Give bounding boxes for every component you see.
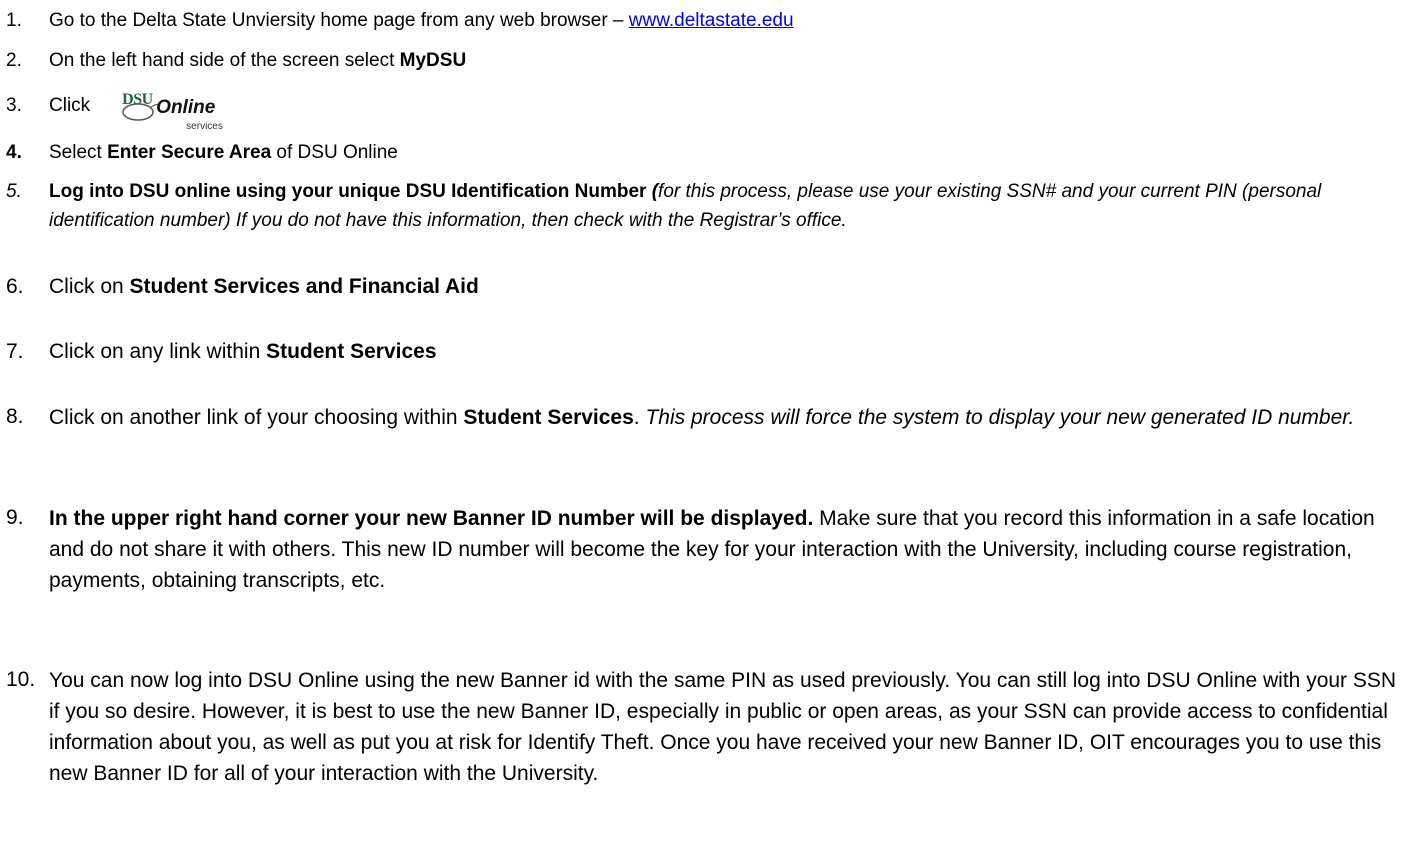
step-number: 9. (6, 506, 24, 529)
step-text: You can now log into DSU Online using th… (49, 669, 1397, 785)
step-number: 10. (6, 668, 36, 691)
step-number: 8. (6, 405, 24, 428)
step-number: 7. (6, 340, 24, 363)
step-number: 5. (6, 181, 22, 202)
step-text: Select Enter Secure Area of DSU Online (49, 142, 398, 163)
step-text: Click DSU Online services (49, 91, 1409, 132)
step-number: 3. (6, 95, 22, 116)
step-number: 2. (6, 50, 22, 71)
step-text: On the left hand side of the screen sele… (49, 50, 467, 71)
step-number: 4. (6, 142, 22, 163)
step-text: Click on any link within Student Service… (49, 340, 437, 363)
step-number: 1. (6, 10, 22, 31)
step-number: 6. (6, 275, 24, 298)
step-text: In the upper right hand corner your new … (49, 507, 1375, 592)
step-text: Click on Student Services and Financial … (49, 275, 479, 298)
step-text: Log into DSU online using your unique DS… (49, 181, 1322, 231)
deltastate-link[interactable]: www.deltastate.edu (629, 10, 794, 31)
dsu-online-logo: DSU Online services (122, 91, 223, 132)
step-text: Go to the Delta State Unviersity home pa… (49, 10, 794, 31)
step-text: Click on another link of your choosing w… (49, 406, 1355, 429)
